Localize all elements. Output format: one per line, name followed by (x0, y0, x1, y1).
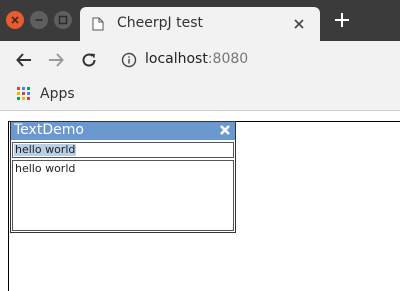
textdemo-window: TextDemo hello world hello world (10, 121, 236, 233)
window-title: TextDemo (14, 122, 84, 138)
reload-icon[interactable] (80, 51, 98, 69)
document-icon (92, 17, 104, 31)
tab-close-icon[interactable] (292, 17, 306, 31)
url-host: localhost (145, 51, 208, 67)
window-maximize-button[interactable] (54, 11, 72, 29)
site-info-icon[interactable] (121, 52, 137, 68)
text-area[interactable]: hello world (12, 160, 234, 231)
window-close-button[interactable] (6, 11, 24, 29)
new-tab-icon[interactable] (332, 10, 352, 30)
window-minimize-button[interactable] (30, 11, 48, 29)
bookmark-apps[interactable]: Apps (40, 86, 75, 102)
browser-tab[interactable]: CheerpJ test (80, 7, 320, 41)
text-field-value: hello world (14, 143, 77, 156)
maximize-icon (58, 15, 68, 25)
address-bar[interactable]: localhost:8080 (145, 51, 248, 67)
back-icon[interactable] (15, 51, 33, 69)
text-area-content: hello world (15, 162, 76, 175)
minimize-icon (35, 19, 43, 21)
apps-grid-icon[interactable] (17, 87, 31, 101)
tab-strip: CheerpJ test (0, 0, 400, 41)
forward-icon[interactable] (47, 51, 65, 69)
browser-toolbar: localhost:8080 (0, 41, 400, 79)
text-field[interactable]: hello world (12, 142, 234, 158)
url-port: :8080 (207, 51, 249, 67)
tab-title: CheerpJ test (117, 15, 203, 31)
close-icon (11, 16, 19, 24)
textdemo-titlebar[interactable]: TextDemo (11, 122, 235, 140)
close-icon[interactable] (219, 124, 231, 136)
bookmarks-bar: Apps (0, 79, 400, 111)
